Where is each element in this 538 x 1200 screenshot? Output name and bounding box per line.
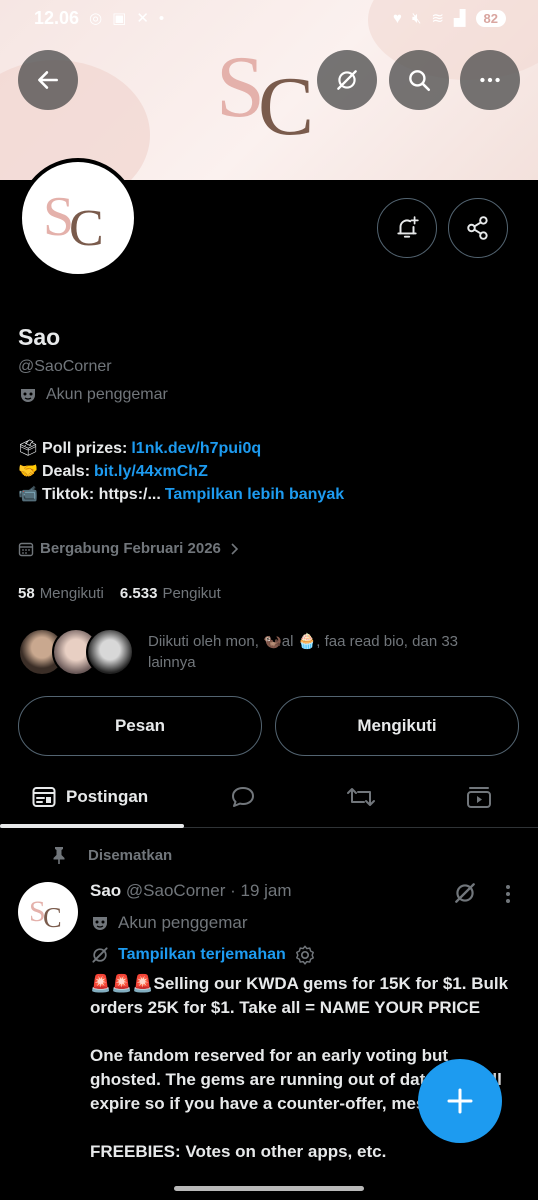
- deals-link[interactable]: bit.ly/44xmChZ: [94, 460, 208, 483]
- post-paragraph: 🚨🚨🚨Selling our KWDA gems for 15K for $1.…: [90, 974, 509, 1017]
- followers-count: 6.533: [119, 585, 158, 602]
- post-more-button[interactable]: [500, 882, 516, 911]
- svg-text:C: C: [43, 903, 62, 931]
- following-stat[interactable]: 58 Mengikuti: [18, 585, 104, 602]
- profile-bio: 🗳 Poll prizes: l1nk.dev/h7pui0q 🤝 Deals:…: [18, 437, 344, 506]
- bio-label: Tiktok: https:/...: [42, 486, 161, 503]
- share-icon: [467, 216, 488, 240]
- dot-icon: •: [158, 9, 165, 27]
- followed-by[interactable]: Diikuti oleh mon, 🦦al 🧁, faa read bio, d…: [18, 626, 508, 678]
- post-author-avatar[interactable]: S C: [18, 882, 78, 942]
- banner-logo: S C: [216, 39, 314, 145]
- followers-stat[interactable]: 6.533 Pengikut: [120, 585, 221, 602]
- tab-reposts[interactable]: [346, 766, 376, 828]
- joined-date[interactable]: Bergabung Februari 2026: [18, 540, 241, 557]
- message-button[interactable]: Pesan: [18, 696, 262, 756]
- profile-tabs: Postingan: [0, 766, 538, 828]
- post-avatar-logo: S C: [29, 895, 62, 931]
- category-label: Akun penggemar: [46, 386, 168, 403]
- followed-by-text: Diikuti oleh mon, 🦦al 🧁, faa read bio, d…: [148, 633, 459, 671]
- camera-icon: 📹: [18, 486, 38, 503]
- mask-icon: [18, 385, 38, 405]
- search-icon: [409, 70, 431, 92]
- followers-label: Pengikut: [162, 585, 221, 602]
- following-count: 58: [18, 585, 35, 602]
- svg-text:C: C: [258, 60, 314, 145]
- bio-line-deals: 🤝 Deals: bit.ly/44xmChZ: [18, 460, 344, 483]
- tab-media[interactable]: [466, 766, 492, 828]
- bell-plus-icon: [397, 216, 419, 238]
- svg-text:C: C: [69, 200, 104, 253]
- heart-icon: ♥: [393, 9, 402, 27]
- media-icon: [467, 787, 491, 808]
- repost-icon: [347, 788, 375, 806]
- gear-icon[interactable]: [294, 944, 316, 966]
- following-button[interactable]: Mengikuti: [275, 696, 519, 756]
- notifications-button[interactable]: [377, 198, 437, 258]
- tab-replies[interactable]: [230, 766, 256, 828]
- bio-label: Deals:: [42, 463, 91, 480]
- chevron-right-icon: [231, 542, 239, 555]
- profile-avatar[interactable]: S C: [18, 158, 138, 278]
- profile-category: Akun penggemar: [18, 385, 168, 405]
- calendar-icon: [18, 542, 34, 556]
- bio-line-tiktok: 📹 Tiktok: https:/... Tampilkan lebih ban…: [18, 483, 344, 506]
- reply-icon: [232, 787, 254, 807]
- grok-icon: [455, 883, 475, 903]
- post-grok-button[interactable]: [452, 880, 478, 911]
- share-button[interactable]: [448, 198, 508, 258]
- grok-icon: [92, 947, 108, 963]
- back-arrow-icon: [38, 71, 58, 89]
- profile-handle: @SaoCorner: [18, 358, 112, 375]
- grok-button[interactable]: [317, 50, 377, 110]
- mute-icon: 🔇︎: [411, 9, 422, 27]
- status-time: 12.06: [34, 7, 80, 28]
- pinned-label: Disematkan: [88, 846, 173, 864]
- avatar-logo: S C: [43, 186, 104, 253]
- x-app-icon: ✕: [136, 10, 149, 27]
- tab-posts-label: Postingan: [66, 787, 149, 806]
- ballot-icon: 🗳: [18, 440, 39, 457]
- translate-label: Tampilkan terjemahan: [118, 946, 286, 963]
- following-label: Mengikuti: [39, 585, 104, 602]
- posts-icon: [32, 787, 56, 807]
- bio-line-poll: 🗳 Poll prizes: l1nk.dev/h7pui0q: [18, 437, 344, 460]
- pinned-indicator: Disematkan: [50, 846, 172, 864]
- more-icon: [480, 77, 500, 83]
- signal-icon: ▟: [453, 10, 466, 27]
- handshake-icon: 🤝: [18, 463, 38, 480]
- status-bar: 12.06 ◎ ▣ ✕ • ♥ 🔇︎ ≋ ▟ 82: [0, 0, 538, 36]
- wifi-icon: ≋: [431, 10, 444, 27]
- back-button[interactable]: [18, 50, 78, 110]
- profile-name: Sao: [18, 324, 61, 350]
- more-button[interactable]: [460, 50, 520, 110]
- post-author-category: Akun penggemar: [90, 913, 247, 933]
- follower-avatars: [18, 626, 136, 678]
- joined-label: Bergabung Februari 2026: [40, 540, 221, 557]
- post-author-name[interactable]: Sao: [90, 881, 121, 900]
- post-paragraph: FREEBIES: Votes on other apps, etc.: [90, 1142, 387, 1161]
- follow-stats: 58 Mengikuti 6.533 Pengikut: [18, 585, 221, 602]
- search-button[interactable]: [389, 50, 449, 110]
- whatsapp-icon: ◎: [89, 10, 103, 27]
- grok-icon: [337, 70, 357, 90]
- active-tab-indicator: [0, 824, 184, 828]
- tab-posts[interactable]: Postingan: [32, 766, 148, 828]
- home-indicator[interactable]: [174, 1186, 364, 1191]
- battery-indicator: 82: [475, 9, 506, 27]
- avatar: [86, 628, 134, 676]
- vertical-more-icon: [506, 885, 510, 903]
- show-more-link[interactable]: Tampilkan lebih banyak: [165, 483, 344, 506]
- poll-prizes-link[interactable]: l1nk.dev/h7pui0q: [131, 437, 261, 460]
- compose-button[interactable]: [418, 1059, 502, 1143]
- show-translation[interactable]: Tampilkan terjemahan: [90, 944, 316, 966]
- post-category-label: Akun penggemar: [118, 913, 248, 932]
- pin-icon: [53, 847, 65, 864]
- post-header: Sao @SaoCorner · 19 jam: [90, 881, 292, 901]
- bio-label: Poll prizes:: [42, 440, 128, 457]
- screen-icon: ▣: [112, 10, 127, 27]
- plus-icon: [447, 1088, 473, 1114]
- mask-icon: [90, 913, 110, 933]
- post-author-meta: @SaoCorner · 19 jam: [121, 881, 292, 900]
